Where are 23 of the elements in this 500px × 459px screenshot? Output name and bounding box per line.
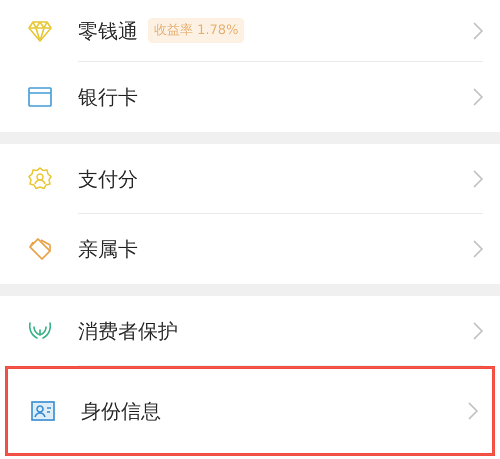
card-icon <box>27 84 53 110</box>
item-label: 零钱通 <box>78 18 138 44</box>
chevron-icon <box>473 322 483 340</box>
rate-badge: 收益率 1.78% <box>148 18 244 44</box>
badge-icon <box>27 166 53 192</box>
menu-item[interactable]: 消费者保护 <box>0 296 500 366</box>
cards-icon <box>27 236 53 262</box>
item-label: 消费者保护 <box>78 318 178 344</box>
diamond-icon <box>27 18 53 44</box>
chevron-icon <box>468 402 478 420</box>
item-label: 身份信息 <box>81 398 161 425</box>
item-label: 支付分 <box>78 166 138 192</box>
chevron-icon <box>473 240 483 258</box>
menu-item[interactable]: 支付分 <box>0 144 500 214</box>
chevron-icon <box>473 88 483 106</box>
id-card-icon <box>30 398 56 424</box>
menu-item[interactable]: 零钱通 收益率 1.78% <box>0 0 500 62</box>
chevron-icon <box>473 170 483 188</box>
item-label: 银行卡 <box>78 84 138 111</box>
menu-item[interactable]: 亲属卡 <box>0 214 500 284</box>
item-label: 亲属卡 <box>78 236 138 263</box>
chevron-icon <box>473 22 483 40</box>
menu-item[interactable]: 银行卡 <box>0 62 500 132</box>
